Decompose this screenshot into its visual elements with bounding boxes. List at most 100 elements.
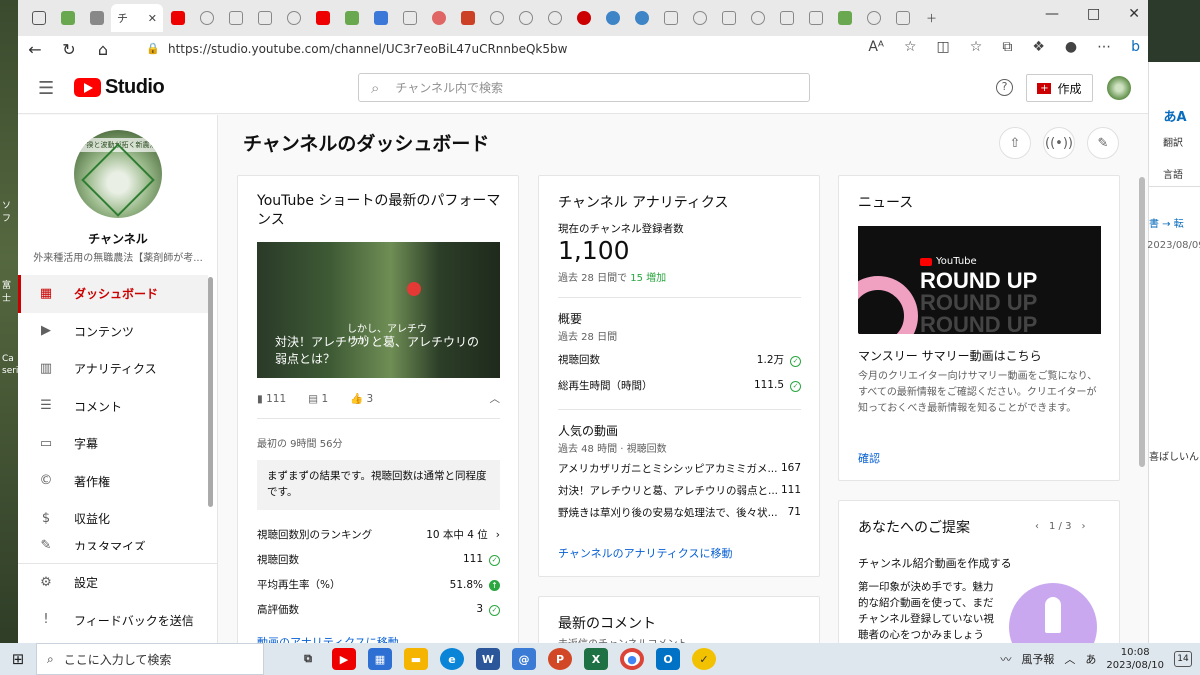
tab[interactable] xyxy=(163,4,192,32)
stat-row-ranking[interactable]: 視聴回数別のランキング 10 本中 4 位 › xyxy=(257,522,500,547)
tab[interactable] xyxy=(453,4,482,32)
news-confirm-link[interactable]: 確認 xyxy=(858,450,880,466)
chrome-icon[interactable]: ● xyxy=(620,648,644,670)
excel-icon[interactable]: X xyxy=(584,648,608,670)
favorites-icon[interactable]: ☆ xyxy=(970,39,983,55)
tab[interactable] xyxy=(424,4,453,32)
new-tab-icon[interactable]: ＋ xyxy=(917,4,946,32)
mail-icon[interactable]: @ xyxy=(512,648,536,670)
main-scrollbar[interactable] xyxy=(1139,177,1145,467)
maximize-icon[interactable]: □ xyxy=(1087,6,1100,22)
windows-start-icon[interactable]: ⊞ xyxy=(0,650,36,668)
tray-chevron-icon[interactable]: ︿ xyxy=(1064,651,1075,667)
edge-browser-icon[interactable]: e xyxy=(440,648,464,670)
channel-avatar[interactable]: 一揆と波動が拓く新農法 xyxy=(74,130,162,218)
sidebar-scrollbar[interactable] xyxy=(208,277,213,507)
widgets-app-icon[interactable]: ▦ xyxy=(368,648,392,670)
back-icon[interactable]: ← xyxy=(18,40,52,59)
upload-icon[interactable]: ⇧ xyxy=(999,127,1031,159)
tab[interactable] xyxy=(540,4,569,32)
sidebar-item-customize[interactable]: ✎ カスタマイズ xyxy=(18,538,208,550)
translate-label[interactable]: 翻訳 xyxy=(1163,134,1183,149)
url-field[interactable]: https://studio.youtube.com/channel/UC3r7… xyxy=(168,36,567,62)
task-view-icon[interactable]: ⧉ xyxy=(296,648,320,670)
powerpoint-icon[interactable]: P xyxy=(548,648,572,670)
tab[interactable] xyxy=(308,4,337,32)
tab[interactable] xyxy=(656,4,685,32)
tab[interactable] xyxy=(685,4,714,32)
taskbar-search-input[interactable]: ⌕ ここに入力して検索 xyxy=(36,643,264,675)
tab[interactable] xyxy=(482,4,511,32)
minimize-icon[interactable]: — xyxy=(1045,6,1059,22)
sidebar-item-earn[interactable]: $ 収益化 xyxy=(18,500,208,538)
tab[interactable] xyxy=(511,4,540,32)
clock[interactable]: 10:08 2023/08/10 xyxy=(1106,646,1164,672)
outlook-icon[interactable]: O xyxy=(656,648,680,670)
tab[interactable] xyxy=(714,4,743,32)
collections-icon[interactable]: ⧉ xyxy=(1002,39,1012,55)
refresh-icon[interactable]: ↻ xyxy=(52,40,86,59)
tab[interactable] xyxy=(743,4,772,32)
close-icon[interactable]: ✕ xyxy=(148,12,157,25)
collapse-chevron-icon[interactable]: ︿ xyxy=(490,391,501,406)
go-live-icon[interactable]: ((•)) xyxy=(1043,127,1075,159)
split-screen-icon[interactable]: ◫ xyxy=(937,39,950,55)
weather-icon[interactable]: 〰 xyxy=(1000,651,1011,667)
tab[interactable] xyxy=(569,4,598,32)
favorite-star-icon[interactable]: ☆ xyxy=(904,39,917,55)
tab[interactable] xyxy=(337,4,366,32)
tab[interactable] xyxy=(888,4,917,32)
tab[interactable] xyxy=(859,4,888,32)
language-label[interactable]: 言語 xyxy=(1163,166,1183,181)
word-icon[interactable]: W xyxy=(476,648,500,670)
todo-app-icon[interactable]: ✓ xyxy=(692,648,716,670)
list-item[interactable]: 対決！アレチウリと葛、アレチウリの弱点と... 111 xyxy=(558,479,801,501)
list-item[interactable]: アメリカザリガニとミシシッピアカミミガメ... 167 xyxy=(558,457,801,479)
sidebar-item-content[interactable]: ▶ コンテンツ xyxy=(18,313,208,351)
tab[interactable] xyxy=(82,4,111,32)
file-explorer-icon[interactable]: ▬ xyxy=(404,648,428,670)
tab-actions-icon[interactable] xyxy=(24,4,53,32)
tab-active[interactable]: チ ✕ xyxy=(111,4,163,32)
close-window-icon[interactable]: ✕ xyxy=(1128,6,1140,22)
translate-icon[interactable]: あA xyxy=(1163,106,1187,130)
tab[interactable] xyxy=(627,4,656,32)
profile-icon[interactable]: ● xyxy=(1065,39,1077,55)
menu-icon[interactable]: ☰ xyxy=(38,78,54,99)
tab[interactable] xyxy=(830,4,859,32)
bing-icon[interactable]: b xyxy=(1131,39,1140,55)
sidebar-item-comments[interactable]: ☰ コメント xyxy=(18,388,208,426)
tab[interactable] xyxy=(395,4,424,32)
extensions-icon[interactable]: ❖ xyxy=(1032,39,1045,55)
sidebar-item-feedback[interactable]: ! フィードバックを送信 xyxy=(18,602,218,640)
video-thumbnail[interactable]: しかし、アレチウリが 対決！アレチウリと葛、アレチウリの弱点とは？ xyxy=(257,242,500,378)
weather-text[interactable]: 風予報 xyxy=(1021,651,1054,667)
studio-logo[interactable]: Studio xyxy=(74,76,165,99)
chevron-left-icon[interactable]: ‹ xyxy=(1035,521,1039,532)
video-analytics-link[interactable]: 動画のアナリティクスに移動 xyxy=(257,634,399,643)
news-image[interactable]: YouTube ROUND UP ROUND UP ROUND UP xyxy=(858,226,1101,334)
tab[interactable] xyxy=(221,4,250,32)
lock-icon[interactable]: 🔒 xyxy=(146,42,160,55)
notifications-badge[interactable]: 14 xyxy=(1174,651,1192,667)
home-icon[interactable]: ⌂ xyxy=(86,40,120,59)
tab[interactable] xyxy=(598,4,627,32)
create-button[interactable]: + 作成 xyxy=(1026,74,1093,102)
tab[interactable] xyxy=(801,4,830,32)
channel-analytics-link[interactable]: チャンネルのアナリティクスに移動 xyxy=(558,545,732,561)
sidebar-item-subtitles[interactable]: ▭ 字幕 xyxy=(18,425,208,463)
tab[interactable] xyxy=(53,4,82,32)
chevron-right-icon[interactable]: › xyxy=(1081,521,1085,532)
list-item[interactable]: 野焼きは草刈り後の安易な処理法で、後々状... 71 xyxy=(558,501,801,523)
search-input[interactable]: ⌕ チャンネル内で検索 xyxy=(358,73,810,102)
help-icon[interactable]: ? xyxy=(996,79,1013,96)
create-post-icon[interactable]: ✎ xyxy=(1087,127,1119,159)
sidebar-item-settings[interactable]: ⚙ 設定 xyxy=(18,564,218,602)
youtube-app-icon[interactable]: ▶ xyxy=(332,648,356,670)
more-icon[interactable]: ⋯ xyxy=(1097,39,1111,55)
tab[interactable] xyxy=(250,4,279,32)
forward-icon[interactable]: 書 → 転 xyxy=(1149,215,1200,237)
tab[interactable] xyxy=(192,4,221,32)
read-aloud-icon[interactable]: Aᴬ xyxy=(868,39,884,55)
sidebar-item-analytics[interactable]: ▥ アナリティクス xyxy=(18,350,208,388)
